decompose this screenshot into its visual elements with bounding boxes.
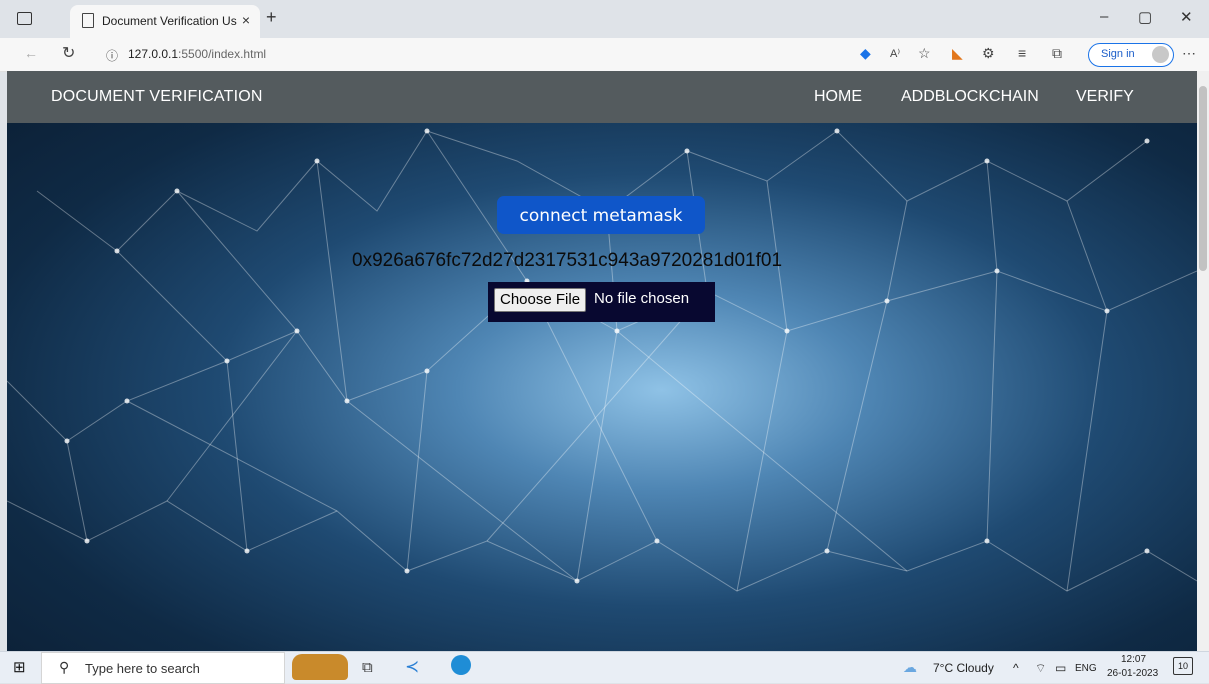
read-aloud-icon[interactable]: A⁾: [890, 47, 900, 60]
back-arrow-icon[interactable]: ←: [24, 45, 38, 61]
choose-file-button[interactable]: Choose File: [494, 288, 587, 312]
connect-metamask-button[interactable]: connect metamask: [497, 196, 705, 234]
metamask-fox-icon[interactable]: ◣: [952, 45, 963, 62]
vscode-icon[interactable]: ≺: [405, 657, 419, 677]
tab-actions-icon[interactable]: [17, 12, 32, 25]
tab-close-icon[interactable]: ×: [242, 12, 250, 28]
refresh-icon[interactable]: ↻: [62, 43, 75, 63]
scrollbar-thumb[interactable]: [1199, 86, 1207, 271]
clock-date[interactable]: 26-01-2023: [1107, 668, 1158, 679]
search-placeholder: Type here to search: [85, 661, 200, 676]
account-address: 0x926a676fc72d27d2317531c943a9720281d01f…: [352, 250, 783, 271]
notification-center-icon[interactable]: 10: [1173, 657, 1193, 675]
network-background: [7, 128, 1197, 592]
task-view-icon[interactable]: ⧉: [362, 659, 373, 676]
extensions-icon[interactable]: ⚙: [982, 45, 995, 62]
url-path: :5500/index.html: [178, 47, 267, 61]
info-icon[interactable]: ⓘ: [106, 47, 118, 64]
url-host: 127.0.0.1: [128, 47, 179, 61]
language-indicator[interactable]: ENG: [1075, 663, 1097, 674]
volume-icon[interactable]: ▭: [1055, 661, 1066, 675]
url-text[interactable]: 127.0.0.1:5500/index.html: [128, 47, 266, 61]
avatar-icon: [1152, 46, 1169, 63]
tag-icon[interactable]: ◆: [860, 45, 871, 62]
close-window-button[interactable]: ✕: [1180, 8, 1193, 26]
nav-home[interactable]: HOME: [814, 88, 862, 106]
tray-chevron-icon[interactable]: ^: [1013, 661, 1019, 675]
edge-browser-icon[interactable]: [451, 655, 471, 675]
nav-verify[interactable]: VERIFY: [1076, 88, 1134, 106]
tab-title: Document Verification Using Blo: [102, 14, 237, 28]
favorite-icon[interactable]: ☆: [918, 45, 931, 62]
restore-button[interactable]: ▢: [1138, 8, 1152, 26]
new-tab-button[interactable]: +: [266, 7, 277, 28]
more-icon[interactable]: ⋯: [1182, 45, 1196, 62]
taskbar-search-box[interactable]: ⚲ Type here to search: [41, 652, 285, 684]
page-icon: [82, 13, 94, 28]
collections-icon[interactable]: ⧉: [1052, 45, 1062, 62]
windows-start-icon[interactable]: ⊞: [13, 658, 26, 676]
weather-icon[interactable]: ☁: [903, 659, 917, 676]
site-brand[interactable]: DOCUMENT VERIFICATION: [51, 88, 263, 106]
signin-button[interactable]: Sign in: [1088, 43, 1174, 67]
file-input-panel: Choose File No file chosen: [488, 282, 715, 322]
nav-addblockchain[interactable]: ADDBLOCKCHAIN: [901, 88, 1039, 106]
signin-label: Sign in: [1101, 48, 1135, 60]
file-status-text: No file chosen: [594, 290, 690, 307]
weather-text[interactable]: 7°C Cloudy: [933, 661, 994, 675]
minimize-button[interactable]: –: [1100, 8, 1108, 25]
network-icon[interactable]: ⌔: [1035, 661, 1046, 676]
search-highlight-image[interactable]: [292, 654, 348, 680]
clock-time[interactable]: 12:07: [1121, 654, 1146, 665]
search-icon: ⚲: [59, 659, 70, 675]
page-viewport: DOCUMENT VERIFICATION HOME ADDBLOCKCHAIN…: [7, 71, 1197, 651]
browser-tab[interactable]: Document Verification Using Blo ×: [70, 5, 260, 38]
favorites-list-icon[interactable]: ≡: [1018, 45, 1026, 61]
